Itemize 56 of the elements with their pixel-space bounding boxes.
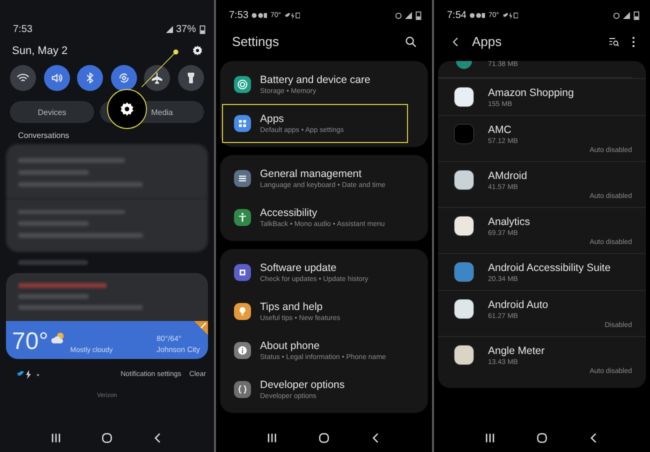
signal-icon [405,10,412,20]
status-time: 7:53 [229,10,248,20]
quick-toggle[interactable] [44,65,70,91]
screen-title: Settings [232,34,279,49]
more-options-icon[interactable] [631,34,636,48]
app-icon-partial [454,61,474,69]
blurred-label [18,260,88,265]
quick-toggle[interactable] [77,65,104,91]
screen-title: Apps [472,34,502,49]
search-icon[interactable] [404,34,418,48]
settings-icon [118,100,136,118]
section-label: Conversations [17,130,70,142]
edit-corner-icon[interactable] [194,321,208,335]
battery-icon [199,24,206,34]
status-time: 7:53 [13,24,32,34]
alarm-icon [395,10,402,20]
signal-icon [623,10,630,20]
status-time: 7:54 [447,10,466,20]
quick-toggle[interactable] [110,65,137,91]
settings-item-title: Battery and device care [260,74,370,86]
status-app-icons [284,10,300,20]
battery-percent: 37% [176,24,196,34]
recent-apps-icon[interactable] [484,432,496,444]
settings-item-title: Tips and help [260,301,324,313]
quick-toggle[interactable] [144,65,170,91]
home-icon[interactable] [536,432,548,444]
settings-item-title: Apps [260,113,285,125]
battery-icon [633,10,640,20]
settings-item-title: About phone [260,340,321,352]
app-name: AMC [488,124,512,136]
app-name: Angle Meter [488,345,546,357]
recent-apps-icon[interactable] [266,432,278,444]
quick-toggle[interactable] [10,65,36,91]
settings-item-title: Developer options [260,379,345,391]
app-name: Amazon Shopping [488,87,575,99]
settings-item-title: Software update [260,262,338,274]
settings-icon[interactable] [191,44,204,57]
status-notification-icons [251,10,268,20]
app-name: Android Accessibility Suite [488,262,612,274]
recent-apps-icon[interactable] [50,432,62,444]
home-icon[interactable] [318,432,330,444]
settings-item-title: General management [260,168,363,180]
signal-icon [166,24,173,34]
quick-toggle[interactable] [178,65,204,91]
panel-button[interactable]: Devices [10,101,94,123]
battery-icon [415,10,422,20]
date-label: Sun, May 2 [12,44,68,56]
settings-item-title: Accessibility [260,207,318,219]
app-name: Analytics [488,216,532,228]
home-icon[interactable] [100,432,113,444]
status-notification-icons [469,10,486,20]
app-name: Android Auto [488,299,550,311]
app-name: AMdroid [488,170,528,182]
alarm-icon [613,10,620,20]
temperature: 70° [12,330,48,354]
status-app-icons [502,10,518,20]
